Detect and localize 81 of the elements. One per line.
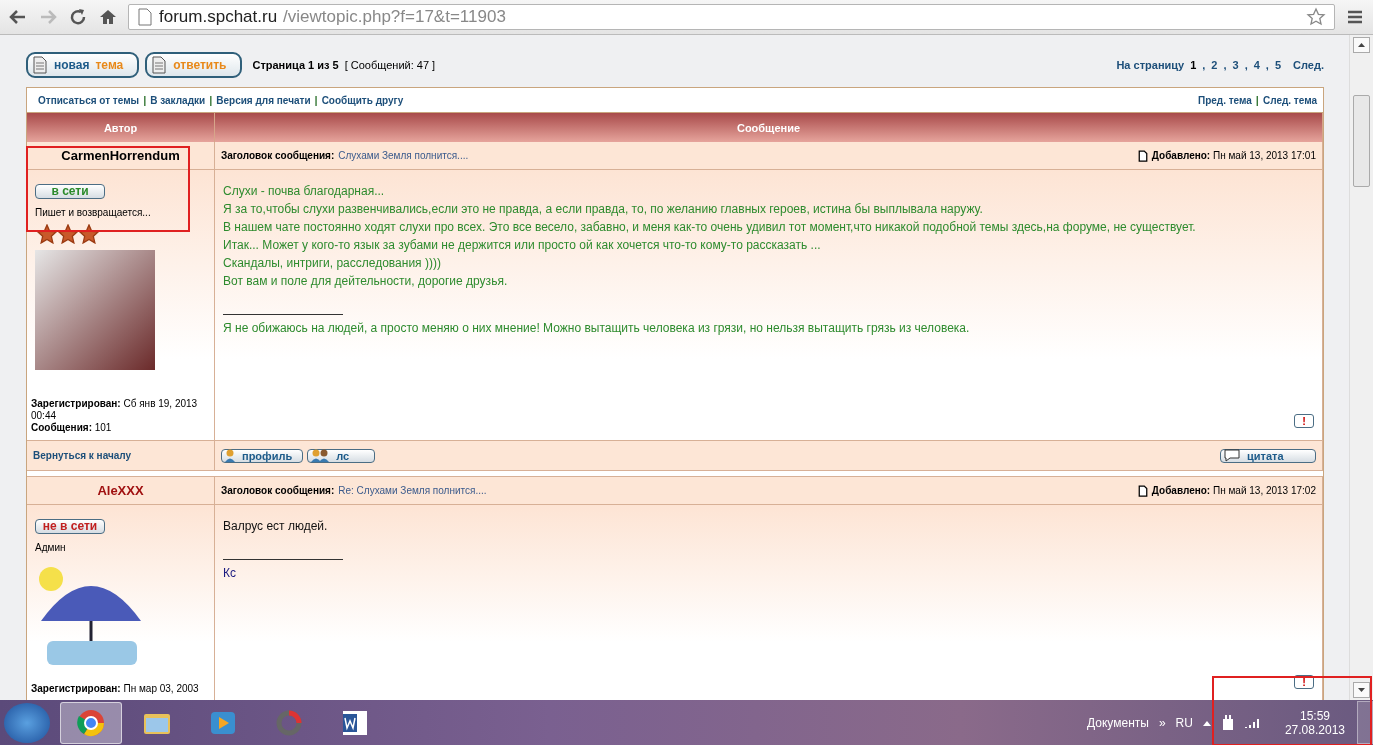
power-plug-icon[interactable]: [1220, 714, 1235, 731]
language-indicator[interactable]: RU: [1175, 715, 1193, 730]
scroll-up-icon[interactable]: [1353, 37, 1370, 53]
pagination-label: На страницу: [1116, 59, 1185, 71]
topic-nav-link[interactable]: След. тема: [1262, 94, 1317, 106]
post-icon: [1137, 149, 1148, 162]
page-link[interactable]: 5: [1274, 59, 1282, 71]
report-button[interactable]: !: [1294, 414, 1314, 428]
topic-link[interactable]: В закладки: [150, 94, 206, 106]
scroll-down-icon[interactable]: [1353, 682, 1370, 698]
home-icon[interactable]: [98, 7, 118, 27]
post-date: Добавлено: Пн май 13, 2013 17:01: [1151, 150, 1316, 161]
speech-bubble-icon: [1223, 449, 1241, 462]
address-bar[interactable]: forum.spchat.ru /viewtopic.php?f=17&t=11903: [128, 4, 1335, 30]
expand-toolbar[interactable]: »: [1158, 715, 1166, 730]
tray-expand-icon[interactable]: [1202, 719, 1211, 726]
signature: Кс: [223, 565, 237, 582]
link-separator: |: [314, 94, 318, 106]
signal-icon[interactable]: [1244, 716, 1261, 729]
browser-icon: [76, 707, 106, 738]
post-date: Добавлено: Пн май 13, 2013 17:02: [1151, 485, 1316, 496]
next-page-link[interactable]: След.: [1293, 59, 1324, 71]
message-line: Скандалы, интриги, расследования )))): [223, 255, 442, 272]
star-icon: [37, 224, 57, 244]
status-button[interactable]: в сети: [35, 184, 105, 199]
post-icon: [1137, 484, 1148, 497]
profile-button[interactable]: профиль: [221, 448, 304, 463]
topic-nav-link[interactable]: Пред. тема: [1197, 94, 1252, 106]
user-rank: Пишет и возвращается...: [35, 207, 152, 218]
people-icon: [310, 449, 331, 462]
page-link[interactable]: 4: [1253, 59, 1260, 71]
new-topic-button[interactable]: новая тема: [26, 52, 140, 78]
scrollbar-thumb[interactable]: [1353, 95, 1370, 187]
page-icon: [137, 8, 153, 26]
post-count: [ Сообщений: 47 ]: [344, 59, 436, 71]
page-separator: ,: [1244, 59, 1248, 71]
message-line: Слухи - почва благодарная...: [223, 183, 386, 200]
subject-link[interactable]: Re: Слухами Земля полнится....: [338, 485, 487, 496]
link-separator: |: [209, 94, 213, 106]
subject-link[interactable]: Слухами Земля полнится....: [338, 150, 469, 161]
topic-link[interactable]: Отписаться от темы: [38, 94, 140, 106]
document-icon: [32, 56, 48, 74]
message-line: Я за то,чтобы слухи развенчивались,если это не правда, а если правда, то, по желанию главных героев, истина бы выплывала наружу.: [223, 201, 984, 218]
page-link[interactable]: 2: [1211, 59, 1218, 71]
topic-link[interactable]: Версия для печати: [216, 94, 311, 106]
start-button[interactable]: [4, 702, 50, 743]
page-separator: ,: [1223, 59, 1227, 71]
clock[interactable]: 15:59 27.08.2013: [1284, 708, 1345, 737]
back-to-top-link[interactable]: Вернуться к началу: [33, 450, 132, 461]
page-info: Страница 1 из 5: [252, 59, 339, 71]
page-separator: ,: [1202, 59, 1206, 71]
star-icon: [79, 224, 99, 244]
reload-icon[interactable]: [68, 7, 88, 27]
topic-link[interactable]: Сообщить другу: [321, 94, 404, 106]
link-separator: |: [143, 94, 147, 106]
subject-label: Заголовок сообщения:: [221, 485, 335, 496]
page-separator: ,: [1265, 59, 1269, 71]
status-button[interactable]: не в сети: [35, 519, 105, 534]
message-line: Итак... Может у кого-то язык за зубами не держится или просто ой как хочется что-то кому-то рассказать ...: [223, 237, 822, 254]
taskbar-app[interactable]: [60, 701, 122, 744]
quote-button[interactable]: цитата: [1220, 448, 1316, 463]
page-link[interactable]: 3: [1232, 59, 1239, 71]
user-rank: Админ: [35, 542, 67, 553]
registration-date: Зарегистрирован: Сб янв 19, 2013 00:44: [31, 398, 199, 422]
star-icon: [58, 224, 78, 244]
message-button[interactable]: лс: [307, 448, 376, 463]
link-separator: |: [1255, 94, 1259, 106]
post-total: Сообщения: 101: [31, 422, 113, 434]
registration-date: Зарегистрирован: Пн мар 03, 2003: [31, 683, 200, 695]
person-icon: [224, 449, 236, 462]
signature: Я не обижаюсь на людей, а просто меняю о них мнение! Можно вытащить человека из грязи, но нельзя вытащить грязь из человека.: [223, 320, 971, 337]
message-line: В нашем чате постоянно ходят слухи про всех. Это все весело, забавно, и меня как-то очень удивил тот момент,что никакой подобной темы здесь,на форуме, не существует.: [223, 219, 1197, 236]
document-icon: [151, 56, 168, 74]
subject-label: Заголовок сообщения:: [221, 150, 335, 161]
url-path: /viewtopic.php?f=17&t=11903: [283, 7, 506, 27]
page-link[interactable]: 1: [1190, 59, 1197, 71]
url-host: forum.spchat.ru: [159, 7, 278, 27]
star-icon[interactable]: [1306, 7, 1326, 27]
toolbar-label[interactable]: Документы: [1087, 715, 1149, 730]
message-line: Валрус ест людей.: [223, 518, 329, 535]
message-line: Вот вам и поле для дейтельности, дорогие друзья.: [223, 273, 509, 290]
